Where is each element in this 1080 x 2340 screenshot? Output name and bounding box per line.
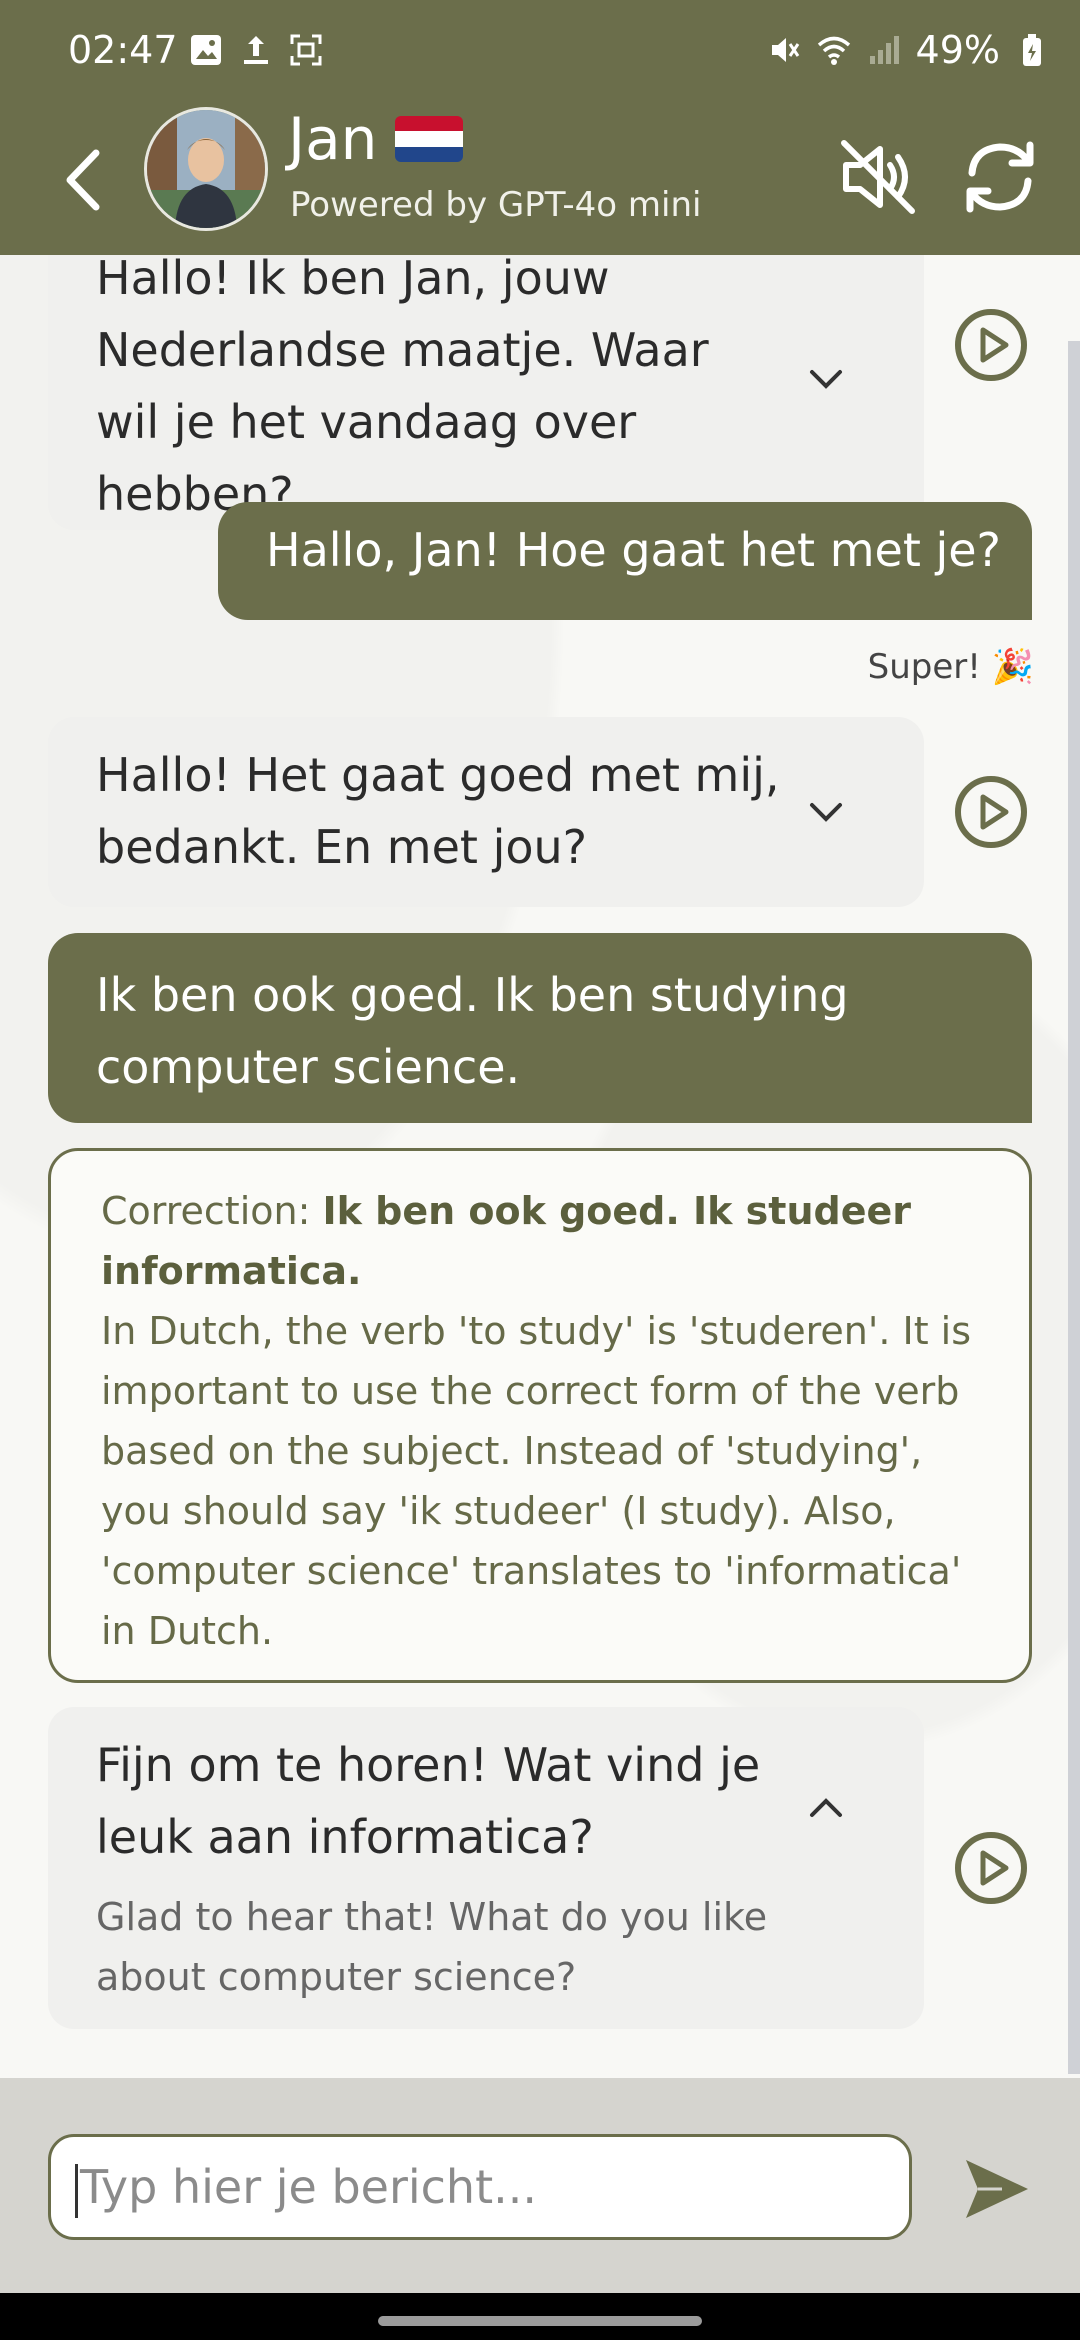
avatar-photo <box>147 110 265 228</box>
user-message-text: Hallo, Jan! Hoe gaat het met je? <box>266 523 1001 577</box>
message-composer: Typ hier je bericht... <box>0 2078 1080 2293</box>
text-caret <box>75 2163 78 2218</box>
chat-header: Jan Powered by GPT-4o mini <box>0 105 1080 255</box>
play-icon[interactable] <box>954 775 1028 849</box>
volume-muted-icon[interactable] <box>838 137 918 217</box>
play-icon[interactable] <box>954 308 1028 382</box>
user-message-text: Ik ben ook goed. Ik ben studying compute… <box>96 968 849 1094</box>
refresh-icon[interactable] <box>958 135 1042 219</box>
user-message[interactable]: Ik ben ook goed. Ik ben studying compute… <box>48 933 1032 1123</box>
scrollbar[interactable] <box>1068 341 1080 2074</box>
image-notification-icon <box>191 35 221 65</box>
status-system-icons: 49% <box>766 28 1050 72</box>
ai-message-text: Hallo! Ik ben Jan, jouw Nederlandse maat… <box>96 255 709 521</box>
play-icon[interactable] <box>954 1831 1028 1905</box>
status-bar: 02:47 49% <box>0 0 1080 105</box>
ai-message-translation: Glad to hear that! What do you like abou… <box>96 1895 768 1999</box>
user-message[interactable]: Hallo, Jan! Hoe gaat het met je? <box>218 502 1032 620</box>
correction-explanation: In Dutch, the verb 'to study' is 'studer… <box>101 1309 972 1653</box>
status-time: 02:47 <box>68 28 178 72</box>
screenshot-notification-icon <box>290 34 322 66</box>
netherlands-flag-icon <box>395 115 464 162</box>
home-gesture-handle[interactable] <box>378 2316 702 2326</box>
signal-icon <box>869 36 899 64</box>
upload-notification-icon <box>244 36 268 64</box>
avatar[interactable] <box>144 107 268 231</box>
correction-label: Correction: <box>101 1189 311 1233</box>
battery-charging-icon <box>1023 34 1041 66</box>
send-icon[interactable] <box>962 2154 1032 2224</box>
correction-card: Correction: Ik ben ook goed. Ik studeer … <box>48 1148 1032 1683</box>
vibrate-mute-icon <box>771 38 799 62</box>
ai-message[interactable]: Fijn om te horen! Wat vind je leuk aan i… <box>48 1707 924 2029</box>
contact-name-text: Jan <box>288 105 378 173</box>
ai-message-text: Fijn om te horen! Wat vind je leuk aan i… <box>96 1738 761 1864</box>
message-input-placeholder: Typ hier je bericht... <box>80 2160 537 2214</box>
chevron-down-icon[interactable] <box>806 791 846 831</box>
model-subtitle: Powered by GPT-4o mini <box>290 185 702 225</box>
chat-messages[interactable]: Hallo! Ik ben Jan, jouw Nederlandse maat… <box>0 255 1080 2078</box>
battery-percent: 49% <box>915 28 1000 72</box>
message-input[interactable]: Typ hier je bericht... <box>48 2134 912 2240</box>
status-notification-icons <box>188 32 324 68</box>
chevron-down-icon[interactable] <box>806 358 846 398</box>
ai-message[interactable]: Hallo! Ik ben Jan, jouw Nederlandse maat… <box>48 255 924 530</box>
contact-name: Jan <box>288 105 464 173</box>
chevron-up-icon[interactable] <box>806 1789 846 1829</box>
praise-label: Super! 🎉 <box>867 647 1034 687</box>
ai-message-text: Hallo! Het gaat goed met mij, bedankt. E… <box>96 748 780 874</box>
wifi-icon <box>817 36 850 65</box>
back-arrow-icon[interactable] <box>58 145 110 215</box>
ai-message[interactable]: Hallo! Het gaat goed met mij, bedankt. E… <box>48 717 924 907</box>
system-nav-bar <box>0 2293 1080 2340</box>
